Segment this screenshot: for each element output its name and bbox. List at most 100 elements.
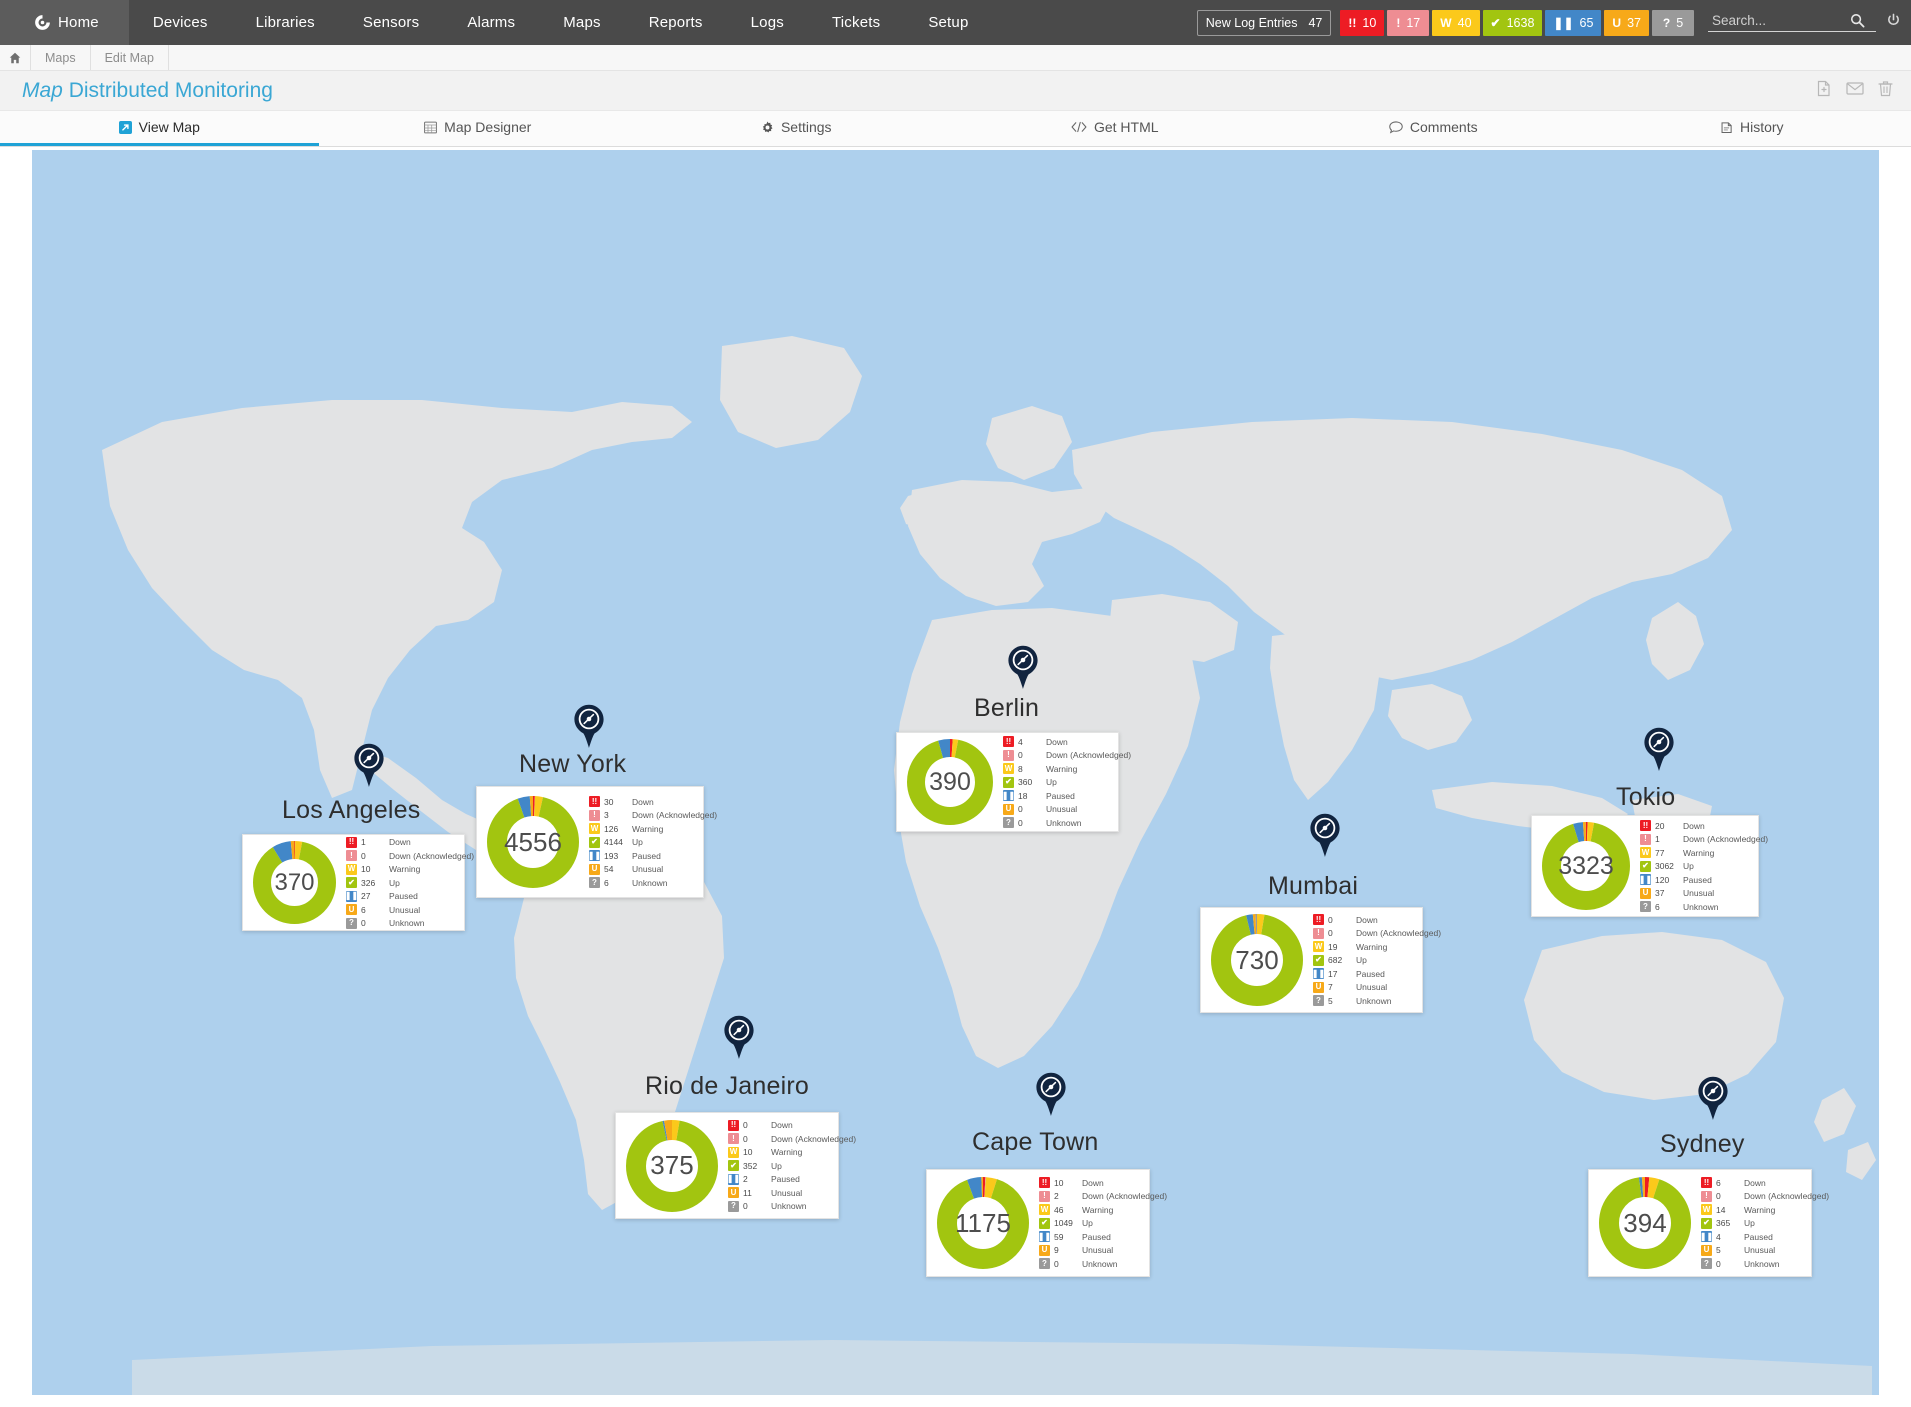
search-input[interactable] bbox=[1712, 13, 1842, 28]
legend-row: ❚❚120Paused bbox=[1640, 873, 1768, 887]
donut-chart-new-york: 4556 bbox=[487, 796, 579, 888]
status-badge-down-acknowledged[interactable]: !17 bbox=[1387, 10, 1429, 36]
legend-value: 10 bbox=[361, 864, 387, 874]
legend-chip-up: ✔ bbox=[1039, 1218, 1050, 1229]
nav-item-sensors[interactable]: Sensors bbox=[339, 0, 443, 45]
status-badge-unknown[interactable]: ?5 bbox=[1652, 10, 1694, 36]
legend-chip-down-acknowledged: ! bbox=[728, 1133, 739, 1144]
legend-label: Down bbox=[1683, 821, 1705, 831]
status-badge-paused[interactable]: ❚❚65 bbox=[1545, 10, 1601, 36]
map-pin-los-angeles[interactable] bbox=[352, 742, 386, 788]
legend-chip-down-acknowledged: ! bbox=[589, 810, 600, 821]
sensor-status-card-rio-de-janeiro[interactable]: 375!!0Down!0Down (Acknowledged)W10Warnin… bbox=[615, 1112, 839, 1219]
status-legend: !!30Down!3Down (Acknowledged)W126Warning… bbox=[589, 795, 717, 890]
status-badge-up[interactable]: ✔1638 bbox=[1483, 10, 1543, 36]
legend-chip-paused: ❚❚ bbox=[346, 891, 357, 902]
nav-item-home[interactable]: Home bbox=[0, 0, 129, 45]
map-pin-cape-town[interactable] bbox=[1034, 1071, 1068, 1117]
legend-chip-down: !! bbox=[1003, 736, 1014, 747]
logout-power-icon[interactable] bbox=[1886, 13, 1901, 33]
legend-row: !!0Down bbox=[728, 1118, 856, 1132]
legend-value: 6 bbox=[361, 905, 387, 915]
map-pin-rio-de-janeiro[interactable] bbox=[722, 1014, 756, 1060]
status-legend: !!6Down!0Down (Acknowledged)W14Warning✔3… bbox=[1701, 1176, 1829, 1271]
legend-chip-up: ✔ bbox=[1313, 955, 1324, 966]
legend-value: 0 bbox=[1328, 928, 1354, 938]
legend-chip-up: ✔ bbox=[346, 877, 357, 888]
legend-chip-down: !! bbox=[1313, 914, 1324, 925]
mail-icon[interactable] bbox=[1846, 81, 1864, 101]
nav-item-maps[interactable]: Maps bbox=[539, 0, 624, 45]
nav-item-libraries[interactable]: Libraries bbox=[232, 0, 339, 45]
sensor-status-card-los-angeles[interactable]: 370!!1Down!0Down (Acknowledged)W10Warnin… bbox=[242, 834, 465, 931]
nav-item-tickets[interactable]: Tickets bbox=[808, 0, 904, 45]
legend-label: Up bbox=[1356, 955, 1367, 965]
sensor-status-card-cape-town[interactable]: 1175!!10Down!2Down (Acknowledged)W46Warn… bbox=[926, 1169, 1150, 1277]
legend-row: ✔682Up bbox=[1313, 953, 1441, 967]
legend-value: 37 bbox=[1655, 888, 1681, 898]
nav-item-label: Maps bbox=[563, 14, 600, 31]
status-badge-down[interactable]: !!10 bbox=[1340, 10, 1384, 36]
legend-value: 120 bbox=[1655, 875, 1681, 885]
export-page-icon[interactable] bbox=[1816, 80, 1832, 102]
tab-view-map[interactable]: View Map bbox=[0, 111, 319, 146]
legend-label: Unknown bbox=[1356, 996, 1391, 1006]
legend-label: Unusual bbox=[1356, 982, 1387, 992]
trash-icon[interactable] bbox=[1878, 80, 1893, 102]
legend-value: 59 bbox=[1054, 1232, 1080, 1242]
map-pin-new-york[interactable] bbox=[572, 703, 606, 749]
legend-chip-paused: ❚❚ bbox=[1640, 874, 1651, 885]
status-legend: !!4Down!0Down (Acknowledged)W8Warning✔36… bbox=[1003, 735, 1131, 830]
legend-row: ?0Unknown bbox=[728, 1199, 856, 1213]
legend-chip-unknown: ? bbox=[1701, 1258, 1712, 1269]
map-pin-mumbai[interactable] bbox=[1308, 812, 1342, 858]
legend-chip-paused: ❚❚ bbox=[1003, 790, 1014, 801]
search-icon[interactable] bbox=[1850, 13, 1865, 28]
tab-get-html[interactable]: Get HTML bbox=[956, 111, 1275, 146]
map-container: Los Angeles370!!1Down!0Down (Acknowledge… bbox=[0, 147, 1911, 1395]
donut-total: 1175 bbox=[937, 1177, 1029, 1269]
breadcrumb-home[interactable] bbox=[0, 45, 31, 70]
tab-comments[interactable]: Comments bbox=[1274, 111, 1593, 146]
nav-item-setup[interactable]: Setup bbox=[904, 0, 992, 45]
map-pin-tokio[interactable] bbox=[1642, 726, 1676, 772]
legend-chip-down-acknowledged: ! bbox=[346, 850, 357, 861]
tab-settings[interactable]: Settings bbox=[637, 111, 956, 146]
legend-chip-up: ✔ bbox=[1640, 861, 1651, 872]
legend-chip-paused: ❚❚ bbox=[728, 1174, 739, 1185]
status-badge-count: 65 bbox=[1580, 16, 1594, 30]
status-badge-warning[interactable]: W40 bbox=[1432, 10, 1479, 36]
new-log-entries-label: New Log Entries bbox=[1206, 16, 1298, 30]
world-map[interactable]: Los Angeles370!!1Down!0Down (Acknowledge… bbox=[32, 150, 1879, 1395]
legend-value: 352 bbox=[743, 1161, 769, 1171]
legend-row: U7Unusual bbox=[1313, 980, 1441, 994]
sensor-status-card-sydney[interactable]: 394!!6Down!0Down (Acknowledged)W14Warnin… bbox=[1588, 1169, 1812, 1277]
map-designer-icon bbox=[424, 121, 437, 134]
map-pin-berlin[interactable] bbox=[1006, 644, 1040, 690]
nav-item-alarms[interactable]: Alarms bbox=[443, 0, 539, 45]
search-box[interactable] bbox=[1708, 13, 1876, 32]
status-legend: !!1Down!0Down (Acknowledged)W10Warning✔3… bbox=[346, 835, 474, 930]
legend-value: 10 bbox=[743, 1147, 769, 1157]
nav-item-reports[interactable]: Reports bbox=[625, 0, 727, 45]
legend-label: Warning bbox=[1683, 848, 1714, 858]
tab-map-designer[interactable]: Map Designer bbox=[319, 111, 638, 146]
map-pin-sydney[interactable] bbox=[1696, 1075, 1730, 1121]
legend-value: 27 bbox=[361, 891, 387, 901]
sensor-status-card-new-york[interactable]: 4556!!30Down!3Down (Acknowledged)W126War… bbox=[476, 786, 704, 898]
nav-item-devices[interactable]: Devices bbox=[129, 0, 232, 45]
tab-history[interactable]: History bbox=[1593, 111, 1911, 146]
legend-value: 5 bbox=[1716, 1245, 1742, 1255]
legend-row: U5Unusual bbox=[1701, 1243, 1829, 1257]
nav-item-logs[interactable]: Logs bbox=[727, 0, 808, 45]
legend-value: 3 bbox=[604, 810, 630, 820]
sensor-status-card-berlin[interactable]: 390!!4Down!0Down (Acknowledged)W8Warning… bbox=[896, 732, 1119, 832]
new-log-entries-button[interactable]: New Log Entries 47 bbox=[1197, 10, 1332, 36]
breadcrumb-item-maps[interactable]: Maps bbox=[31, 45, 91, 70]
sensor-status-card-mumbai[interactable]: 730!!0Down!0Down (Acknowledged)W19Warnin… bbox=[1200, 907, 1423, 1013]
status-badge-unusual[interactable]: U37 bbox=[1604, 10, 1649, 36]
breadcrumb-item-edit-map[interactable]: Edit Map bbox=[91, 45, 169, 70]
legend-value: 20 bbox=[1655, 821, 1681, 831]
status-badge-count: 17 bbox=[1406, 16, 1420, 30]
sensor-status-card-tokio[interactable]: 3323!!20Down!1Down (Acknowledged)W77Warn… bbox=[1531, 815, 1759, 917]
